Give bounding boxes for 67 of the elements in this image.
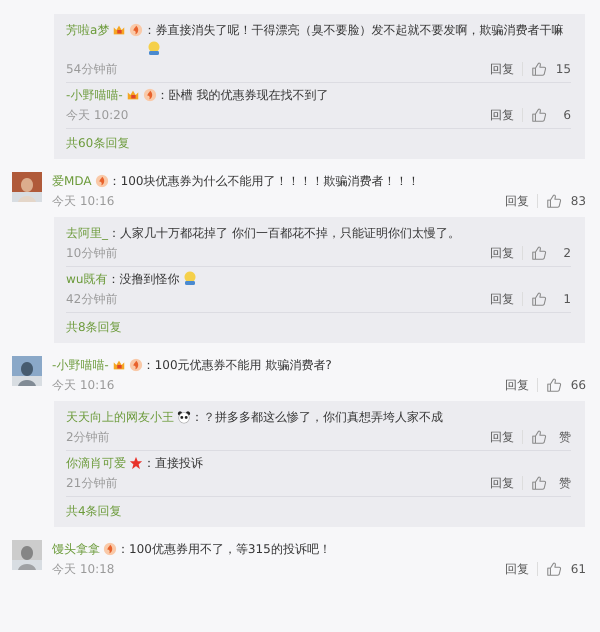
reply-link[interactable]: 回复 xyxy=(490,106,514,124)
thumbs-up-icon[interactable] xyxy=(546,561,562,577)
reply-link[interactable]: 回复 xyxy=(505,376,529,394)
thumbs-up-icon[interactable] xyxy=(531,245,547,261)
username-link[interactable]: -小野喵喵- xyxy=(52,356,109,375)
reply-link[interactable]: 回复 xyxy=(490,474,514,492)
reply-text: ：直接投诉 xyxy=(143,455,204,472)
reply-link[interactable]: 回复 xyxy=(490,290,514,308)
like-count: 1 xyxy=(562,292,571,306)
thumbs-up-icon[interactable] xyxy=(531,61,547,77)
username-link[interactable]: 去阿里_ xyxy=(66,224,108,243)
thumbs-up-icon[interactable] xyxy=(531,429,547,445)
username-link[interactable]: wu既有 xyxy=(66,270,108,289)
flame-badge-icon xyxy=(129,23,144,37)
reply-text: ：人家几十万都花掉了 你们一百都花不掉，只能证明你们太慢了。 xyxy=(108,225,461,242)
flame-badge-icon xyxy=(103,542,117,556)
username-link[interactable]: 爱MDA xyxy=(52,172,92,191)
like-count: 83 xyxy=(570,194,586,208)
reply-text: ：卧槽 我的优惠券现在找不到了 xyxy=(156,87,330,104)
username-link[interactable]: 天天向上的网友小王 xyxy=(66,408,174,427)
like-count: 赞 xyxy=(558,428,571,446)
comment-text: ：100优惠券用不了，等315的投诉吧！ xyxy=(117,541,332,558)
like-count: 2 xyxy=(562,246,571,260)
like-count: 61 xyxy=(570,562,586,576)
reply-link[interactable]: 回复 xyxy=(505,560,529,578)
thumbs-up-icon[interactable] xyxy=(546,193,562,209)
reply-link[interactable]: 回复 xyxy=(490,244,514,262)
username-link[interactable]: 你滴肖可爱 xyxy=(66,454,126,473)
thumbs-up-icon[interactable] xyxy=(531,475,547,491)
crown-badge-icon xyxy=(112,358,126,372)
like-count: 6 xyxy=(562,108,571,122)
thumbs-up-icon[interactable] xyxy=(531,291,547,307)
more-replies-link[interactable]: 共4条回复 xyxy=(66,497,122,523)
timestamp: 今天 10:20 xyxy=(66,106,128,124)
username-link[interactable]: -小野喵喵- xyxy=(66,86,123,105)
reply-link[interactable]: 回复 xyxy=(505,192,529,210)
timestamp: 10分钟前 xyxy=(66,244,118,262)
reply-text: ：券直接消失了呢！干得漂亮（臭不要脸）发不起就不要发啊，欺骗消费者干嘛 xyxy=(143,21,571,59)
like-count: 15 xyxy=(555,62,571,76)
timestamp: 今天 10:16 xyxy=(52,376,114,394)
reply-text: ：？拼多多都这么惨了，你们真想弄垮人家不成 xyxy=(191,409,444,426)
like-count: 赞 xyxy=(558,474,571,492)
reply-text: ：没撸到怪你 xyxy=(107,270,571,289)
flame-badge-icon xyxy=(142,88,157,102)
username-link[interactable]: 馒头拿拿 xyxy=(52,540,100,559)
more-replies-link[interactable]: 共60条回复 xyxy=(66,129,130,155)
like-count: 66 xyxy=(570,378,586,392)
flame-badge-icon xyxy=(128,358,143,372)
star-icon xyxy=(129,456,143,470)
thumbs-up-icon[interactable] xyxy=(531,107,547,123)
timestamp: 今天 10:16 xyxy=(52,192,114,210)
timestamp: 54分钟前 xyxy=(66,60,118,78)
reply-link[interactable]: 回复 xyxy=(490,60,514,78)
timestamp: 42分钟前 xyxy=(66,290,118,308)
panda-icon xyxy=(177,410,191,424)
comment-text: ：100元优惠券不能用 欺骗消费者? xyxy=(142,357,333,374)
reply-link[interactable]: 回复 xyxy=(490,428,514,446)
thumbs-up-icon[interactable] xyxy=(546,377,562,393)
timestamp: 今天 10:18 xyxy=(52,560,114,578)
username-link[interactable]: 芳啦a梦 xyxy=(66,21,110,40)
timestamp: 2分钟前 xyxy=(66,428,110,446)
flame-badge-icon xyxy=(94,174,109,188)
crown-badge-icon xyxy=(112,23,126,37)
comment-text: ：100块优惠券为什么不能用了！！！！欺骗消费者！！！ xyxy=(108,173,420,190)
timestamp: 21分钟前 xyxy=(66,474,118,492)
more-replies-link[interactable]: 共8条回复 xyxy=(66,313,122,339)
crown-badge-icon xyxy=(126,88,140,102)
